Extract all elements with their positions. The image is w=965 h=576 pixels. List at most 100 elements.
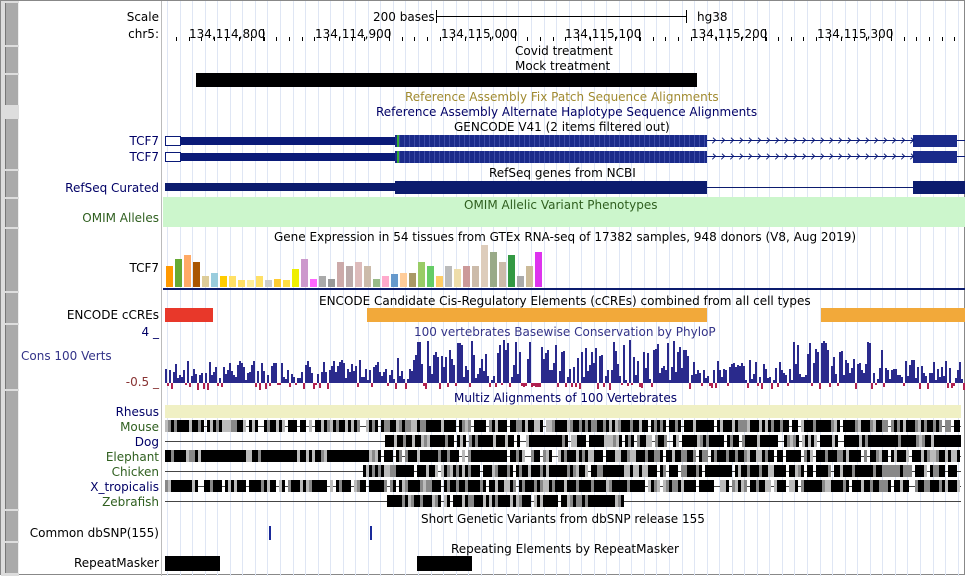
encode-side-button[interactable] [5,293,19,323]
gtex-tissue-bar[interactable] [292,269,299,287]
gencode-transcript-1-coding-stripe [444,135,445,147]
gtex-tissue-bar[interactable] [193,262,200,287]
gencode-transcript-2-exon-1[interactable] [395,151,707,163]
phylop-negative-bar [641,383,643,388]
omim-label[interactable]: OMIM Alleles [82,211,159,225]
dbsnp-side-button[interactable] [5,511,19,541]
mock-signal-bar[interactable] [196,73,697,87]
track-image[interactable]: 200 bases hg38 134,114,800 134,114,900 134… [163,1,965,576]
gencode-transcript-1-strand-arrow [808,137,816,144]
species-label-mouse[interactable]: Mouse [120,420,159,434]
gencode-label-2[interactable]: TCF7 [129,150,159,164]
gtex-tissue-bar[interactable] [463,266,470,287]
gtex-label[interactable]: TCF7 [129,261,159,275]
gtex-tissue-bar[interactable] [472,266,479,287]
gencode-transcript-2-exon-2[interactable] [913,151,957,163]
gencode-side-button[interactable] [5,119,19,169]
gencode-transcript-1-utr[interactable] [181,137,397,145]
cons-side-button[interactable] [5,325,19,389]
gencode-transcript-2-strand-arrow [790,153,798,160]
gencode-transcript-2-utr[interactable] [181,153,397,161]
gencode-label-1[interactable]: TCF7 [129,134,159,148]
gtex-tissue-bar[interactable] [418,262,425,287]
species-label-xtropicalis[interactable]: X_tropicalis [90,480,159,494]
gtex-tissue-bar[interactable] [409,273,416,287]
gtex-tissue-bar[interactable] [256,276,263,287]
gencode-transcript-2-coding-stripe [589,151,590,163]
gencode-transcript-1-exon-1[interactable] [395,135,707,147]
gtex-tissue-bar[interactable] [274,279,281,287]
encode-ccre-element-1[interactable] [165,308,213,322]
gtex-tissue-bar[interactable] [499,262,506,287]
encode-label[interactable]: ENCODE cCREs [67,308,159,322]
species-label-chicken[interactable]: Chicken [112,465,159,479]
gtex-tissue-bar[interactable] [229,276,236,287]
gtex-tissue-bar[interactable] [265,280,272,287]
encode-ccre-element-3[interactable] [821,308,965,322]
gtex-tissue-bar[interactable] [301,259,308,287]
refseq-label[interactable]: RefSeq Curated [65,181,159,195]
species-label-rhesus[interactable]: Rhesus [116,405,159,419]
multiz-side-button[interactable] [5,391,19,509]
gtex-tissue-bar[interactable] [184,255,191,287]
species-label-elephant[interactable]: Elephant [106,450,159,464]
gtex-tissue-bar[interactable] [382,276,389,287]
rhesus-alignment[interactable] [165,405,961,418]
gencode-transcript-2-coding-stripe [689,151,690,163]
refseq-side-button[interactable] [5,171,19,197]
cons-label[interactable]: Cons 100 Verts [21,349,112,363]
gtex-tissue-bar[interactable] [247,280,254,287]
gtex-tissue-bar[interactable] [535,252,542,287]
refseq-exon-2[interactable] [913,181,965,194]
gtex-tissue-bar[interactable] [526,266,533,287]
phylop-negative-bar [631,383,633,385]
gtex-tissue-bar[interactable] [211,273,218,287]
gtex-tissue-bar[interactable] [364,266,371,287]
gtex-tissue-bar[interactable] [490,252,497,287]
gtex-tissue-bar[interactable] [508,255,515,287]
gtex-tissue-bar[interactable] [202,276,209,287]
encode-ccre-element-2[interactable] [367,308,707,322]
gtex-side-button[interactable] [5,229,19,291]
refseq-exon-1[interactable] [395,181,707,194]
gtex-tissue-bar[interactable] [328,279,335,287]
rmsk-side-button[interactable] [5,543,19,573]
omim-side-button[interactable] [5,199,19,227]
rmsk-label[interactable]: RepeatMasker [74,556,159,570]
dbsnp-variant-2[interactable] [370,526,372,540]
gtex-tissue-bar[interactable] [391,274,398,287]
phylop-negative-bar [171,383,173,389]
gtex-tissue-bar[interactable] [337,262,344,287]
bigwig-side-button[interactable] [5,47,19,73]
gtex-tissue-bar[interactable] [427,266,434,287]
gtex-tissue-bar[interactable] [436,276,443,287]
gtex-tissue-bar[interactable] [310,279,317,287]
gtex-tissue-bar[interactable] [220,276,227,287]
gtex-tissue-bar[interactable] [400,273,407,287]
species-label-dog[interactable]: Dog [135,435,159,449]
dbsnp-label[interactable]: Common dbSNP(155) [30,526,159,540]
refseq-utr[interactable] [165,183,397,191]
gtex-tissue-bar[interactable] [517,276,524,287]
gtex-tissue-bar[interactable] [319,276,326,287]
multiz-block-mouse [483,420,486,432]
gtex-tissue-bar[interactable] [445,266,452,287]
gtex-tissue-bar[interactable] [355,262,362,287]
ruler-side-button[interactable] [5,3,19,45]
gencode-transcript-1-exon-2[interactable] [913,135,957,147]
gtex-tissue-bar[interactable] [454,269,461,287]
altseq-side-button[interactable] [5,75,19,105]
phylop-negative-bar [603,383,605,387]
gtex-tissue-bar[interactable] [166,266,173,287]
repeat-element-2[interactable] [417,556,472,571]
gtex-tissue-bar[interactable] [346,266,353,287]
gtex-tissue-bar[interactable] [283,280,290,287]
dbsnp-variant-1[interactable] [269,526,271,540]
repeat-element-1[interactable] [165,556,220,571]
gtex-tissue-bar[interactable] [175,259,182,287]
gencode-transcript-1-coding-stripe [674,135,675,147]
gtex-tissue-bar[interactable] [373,279,380,287]
gtex-tissue-bar[interactable] [481,245,488,287]
species-label-zebrafish[interactable]: Zebrafish [102,495,159,509]
gtex-tissue-bar[interactable] [238,280,245,287]
